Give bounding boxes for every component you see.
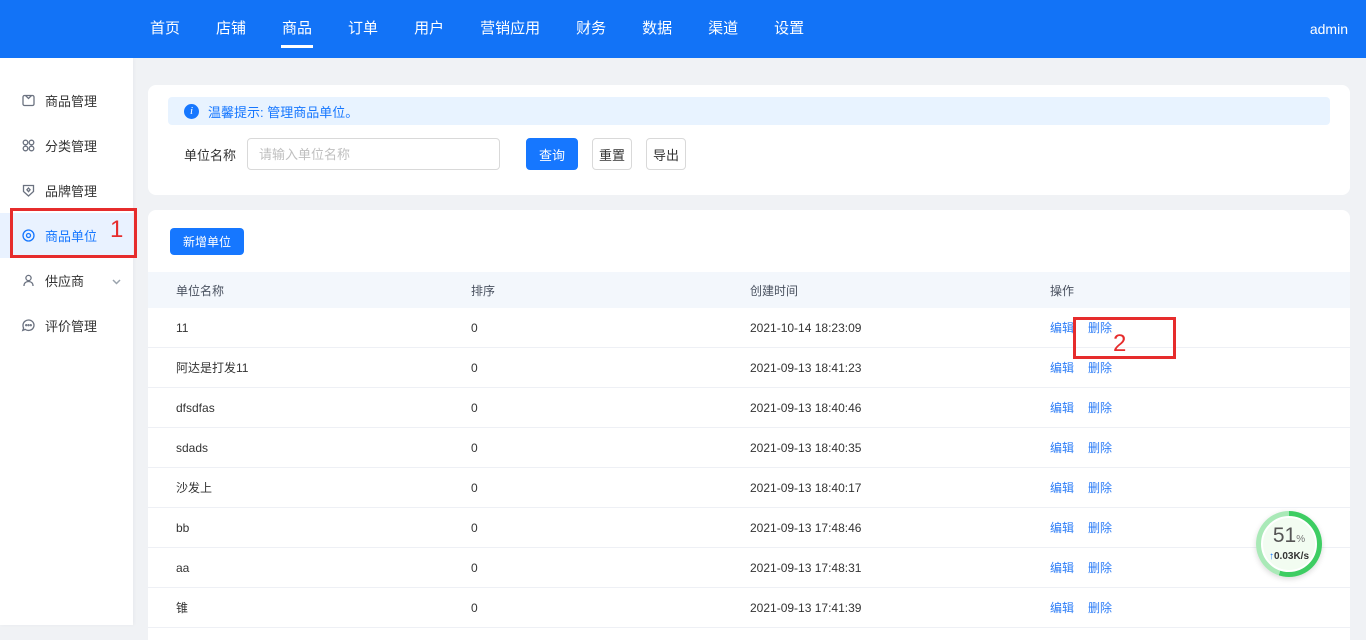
sidebar-item-label: 供应商 [45, 271, 84, 290]
sidebar-item-category-management[interactable]: 分类管理 [0, 123, 133, 168]
nav-item-users[interactable]: 用户 [414, 0, 444, 58]
cell-created: 2021-09-13 18:40:35 [750, 441, 1050, 455]
annotation-number-1: 1 [110, 216, 123, 244]
cell-unit-name: 沙发上 [176, 479, 471, 496]
annotation-number-2: 2 [1113, 330, 1126, 358]
review-comment-icon [21, 318, 36, 333]
main-nav: 首页 店铺 商品 订单 用户 营销应用 财务 数据 渠道 设置 [150, 0, 804, 58]
table-row: aa 0 2021-09-13 17:48:31 编辑删除 [148, 548, 1350, 588]
edit-link[interactable]: 编辑 [1050, 441, 1074, 455]
edit-link[interactable]: 编辑 [1050, 521, 1074, 535]
table-header-row: 单位名称 排序 创建时间 操作 [148, 272, 1350, 308]
delete-link[interactable]: 删除 [1088, 361, 1112, 375]
sidebar-item-label: 评价管理 [45, 316, 97, 335]
search-panel: i 温馨提示: 管理商品单位。 单位名称 查询 重置 导出 [148, 85, 1350, 195]
table-row: bb 0 2021-09-13 17:48:46 编辑删除 [148, 508, 1350, 548]
edit-link[interactable]: 编辑 [1050, 401, 1074, 415]
nav-item-orders[interactable]: 订单 [348, 0, 378, 58]
cell-created: 2021-09-13 18:40:46 [750, 401, 1050, 415]
cell-unit-name: sdads [176, 441, 471, 455]
table-row: sdads 0 2021-09-13 18:40:35 编辑删除 [148, 428, 1350, 468]
col-header-sort: 排序 [471, 282, 750, 299]
nav-item-settings[interactable]: 设置 [774, 0, 804, 58]
info-icon: i [184, 104, 199, 119]
goods-box-icon [21, 93, 36, 108]
cell-unit-name: 11 [176, 321, 471, 335]
table-row: 锥 0 2021-09-13 17:41:39 编辑删除 [148, 588, 1350, 628]
cell-created: 2021-09-13 17:41:39 [750, 601, 1050, 615]
col-header-unit-name: 单位名称 [176, 282, 471, 299]
sidebar-item-review-management[interactable]: 评价管理 [0, 303, 133, 348]
sidebar: 商品管理 分类管理 品牌管理 商品单位 供应商 评价管理 [0, 58, 133, 625]
nav-item-data[interactable]: 数据 [642, 0, 672, 58]
add-unit-button[interactable]: 新增单位 [170, 228, 244, 255]
edit-link[interactable]: 编辑 [1050, 561, 1074, 575]
sidebar-item-supplier[interactable]: 供应商 [0, 258, 133, 303]
delete-link[interactable]: 删除 [1088, 481, 1112, 495]
delete-link[interactable]: 删除 [1088, 441, 1112, 455]
nav-item-home[interactable]: 首页 [150, 0, 180, 58]
col-header-actions: 操作 [1050, 282, 1322, 299]
cell-sort: 0 [471, 521, 750, 535]
edit-link[interactable]: 编辑 [1050, 361, 1074, 375]
sidebar-item-label: 品牌管理 [45, 181, 97, 200]
nav-item-goods[interactable]: 商品 [282, 0, 312, 58]
table-row: dfsdfas 0 2021-09-13 18:40:46 编辑删除 [148, 388, 1350, 428]
unit-name-label: 单位名称 [184, 145, 236, 164]
top-header-bar: 首页 店铺 商品 订单 用户 营销应用 财务 数据 渠道 设置 admin [0, 0, 1366, 58]
delete-link[interactable]: 删除 [1088, 561, 1112, 575]
network-monitor-widget[interactable]: 51% ↑0.03K/s [1256, 511, 1322, 577]
reset-button[interactable]: 重置 [592, 138, 632, 170]
hint-text: 温馨提示: 管理商品单位。 [208, 102, 358, 121]
cell-created: 2021-09-13 17:48:31 [750, 561, 1050, 575]
nav-item-shop[interactable]: 店铺 [216, 0, 246, 58]
cell-created: 2021-10-14 18:23:09 [750, 321, 1050, 335]
cell-sort: 0 [471, 361, 750, 375]
unit-name-input[interactable] [247, 138, 500, 170]
chevron-down-icon [112, 273, 121, 288]
cell-created: 2021-09-13 18:40:17 [750, 481, 1050, 495]
network-speed-value: ↑0.03K/s [1269, 551, 1309, 562]
edit-link[interactable]: 编辑 [1050, 321, 1074, 335]
cell-unit-name: 阿达是打发11 [176, 359, 471, 376]
cell-sort: 0 [471, 401, 750, 415]
cell-sort: 0 [471, 441, 750, 455]
cell-created: 2021-09-13 18:41:23 [750, 361, 1050, 375]
delete-link[interactable]: 删除 [1088, 521, 1112, 535]
cell-sort: 0 [471, 601, 750, 615]
network-monitor-inner: 51% ↑0.03K/s [1261, 516, 1317, 572]
cell-unit-name: 锥 [176, 599, 471, 616]
sidebar-item-brand-management[interactable]: 品牌管理 [0, 168, 133, 213]
nav-item-marketing[interactable]: 营销应用 [480, 0, 540, 58]
edit-link[interactable]: 编辑 [1050, 481, 1074, 495]
cell-sort: 0 [471, 561, 750, 575]
nav-item-finance[interactable]: 财务 [576, 0, 606, 58]
supplier-person-icon [21, 273, 36, 288]
current-user-menu[interactable]: admin [1310, 21, 1348, 37]
export-button[interactable]: 导出 [646, 138, 686, 170]
cpu-percent-value: 51% [1273, 526, 1305, 550]
sidebar-item-label: 商品管理 [45, 91, 97, 110]
cell-unit-name: dfsdfas [176, 401, 471, 415]
edit-link[interactable]: 编辑 [1050, 601, 1074, 615]
cell-sort: 0 [471, 481, 750, 495]
hint-bar: i 温馨提示: 管理商品单位。 [168, 97, 1330, 125]
cell-created: 2021-09-13 17:48:46 [750, 521, 1050, 535]
delete-link[interactable]: 删除 [1088, 401, 1112, 415]
search-row: 单位名称 查询 重置 导出 [184, 138, 686, 170]
percent-sign: % [1296, 534, 1305, 545]
unit-table-panel: 新增单位 单位名称 排序 创建时间 操作 11 0 2021-10-14 18:… [148, 210, 1350, 640]
cell-sort: 0 [471, 321, 750, 335]
cell-unit-name: bb [176, 521, 471, 535]
brand-tag-icon [21, 183, 36, 198]
query-button[interactable]: 查询 [526, 138, 578, 170]
nav-item-channel[interactable]: 渠道 [708, 0, 738, 58]
cell-unit-name: aa [176, 561, 471, 575]
col-header-created: 创建时间 [750, 282, 1050, 299]
category-icon [21, 138, 36, 153]
delete-link[interactable]: 删除 [1088, 601, 1112, 615]
sidebar-item-goods-management[interactable]: 商品管理 [0, 78, 133, 123]
table-row: 沙发上 0 2021-09-13 18:40:17 编辑删除 [148, 468, 1350, 508]
sidebar-item-label: 分类管理 [45, 136, 97, 155]
